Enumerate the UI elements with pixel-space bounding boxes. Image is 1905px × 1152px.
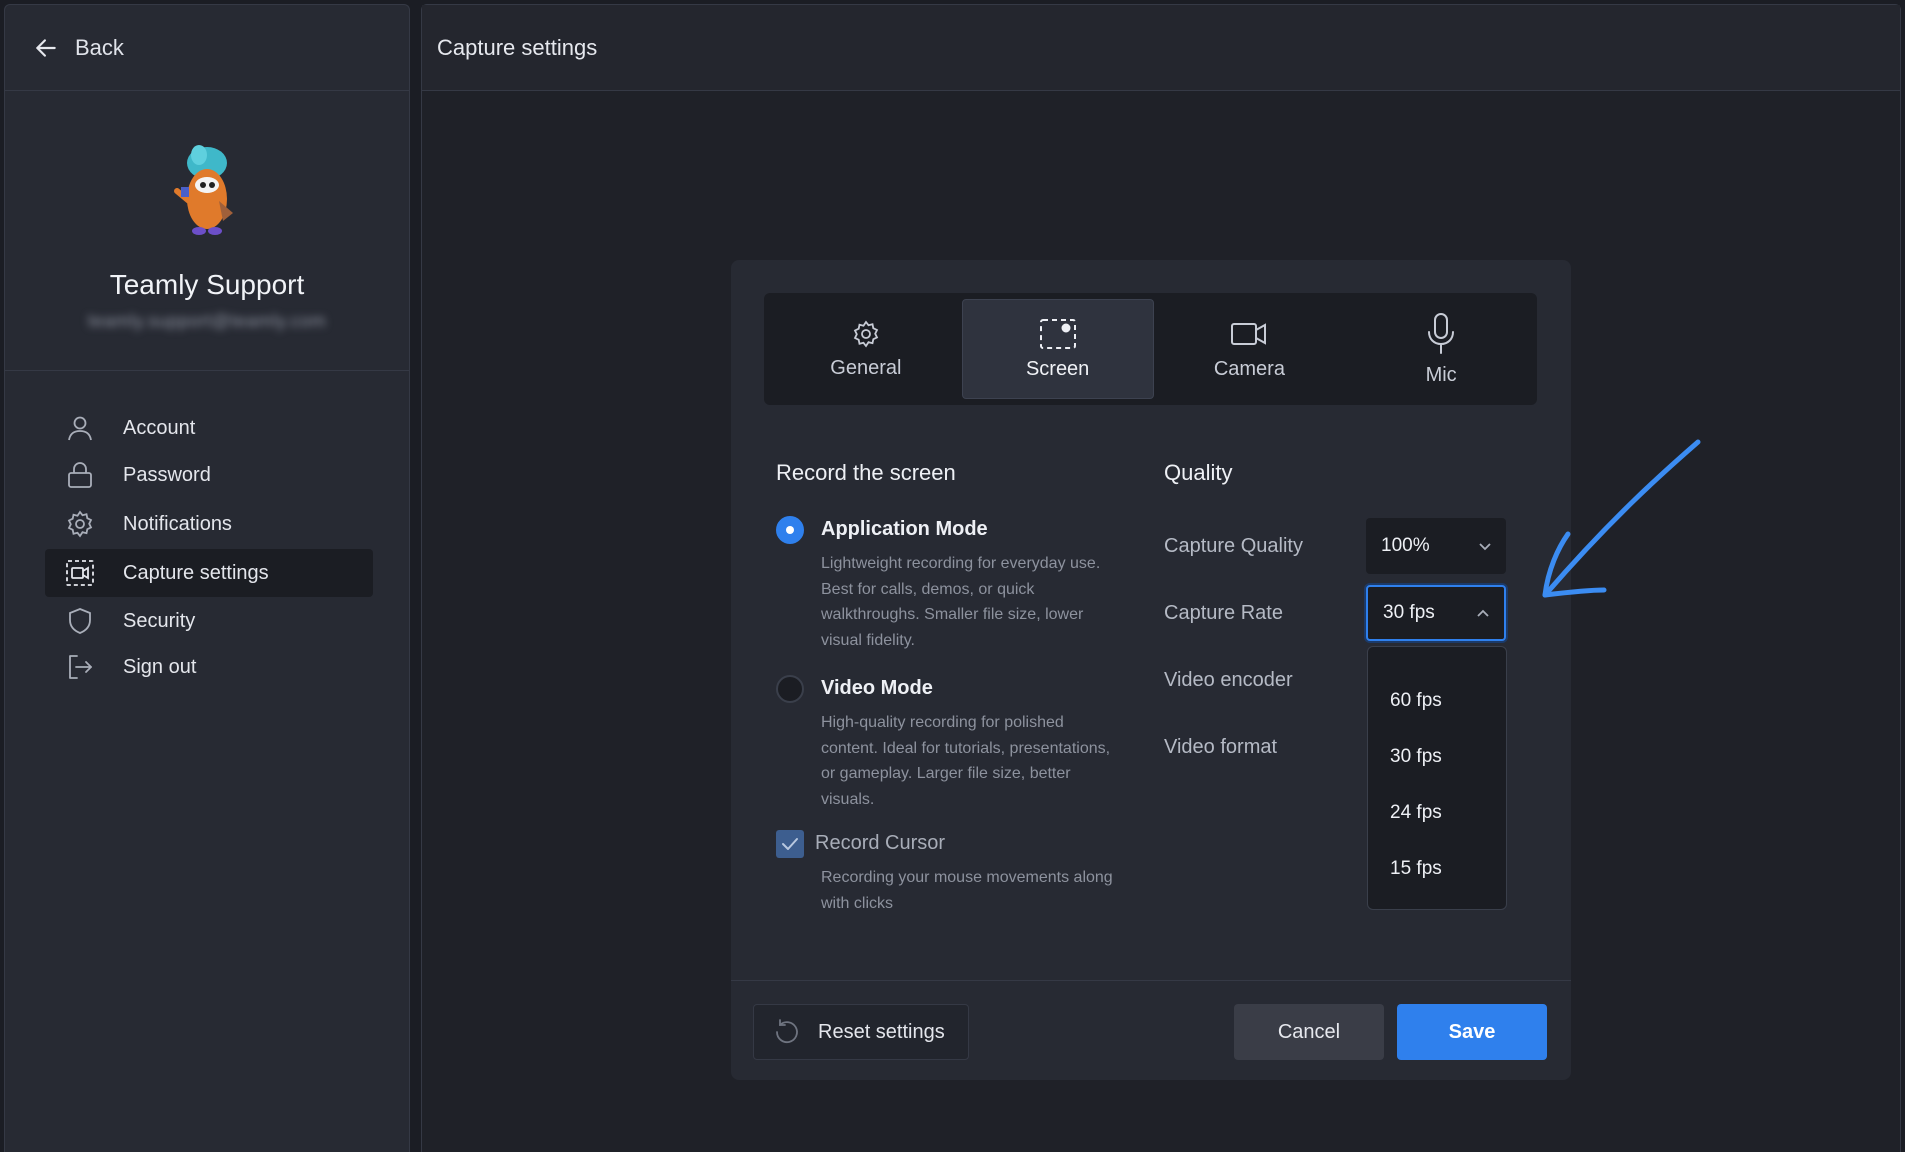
video-mode-option[interactable]: Video Mode High-quality recording for po…: [776, 675, 1116, 812]
back-button[interactable]: Back: [5, 5, 409, 91]
reset-settings-button[interactable]: Reset settings: [753, 1004, 969, 1060]
application-mode-radio[interactable]: [776, 516, 804, 544]
record-section: Record the screen Application Mode Light…: [776, 460, 1116, 916]
cancel-button[interactable]: Cancel: [1234, 1004, 1384, 1060]
capture-rate-select[interactable]: 30 fps: [1366, 585, 1506, 641]
capture-quality-select[interactable]: 100%: [1366, 518, 1506, 574]
application-mode-option[interactable]: Application Mode Lightweight recording f…: [776, 516, 1116, 653]
checkmark-icon: [782, 838, 798, 850]
reset-settings-label: Reset settings: [818, 1020, 945, 1043]
sidebar-item-account[interactable]: Account: [45, 405, 373, 451]
video-mode-title: Video Mode: [821, 677, 933, 699]
video-mode-desc: High-quality recording for polished cont…: [821, 714, 1111, 808]
user-icon: [68, 416, 92, 441]
sidebar-item-label: Notifications: [123, 512, 232, 535]
tab-label: General: [830, 356, 902, 379]
sidebar: Back Teamly Support teamly.support@teaml…: [4, 4, 410, 1152]
video-format-label: Video format: [1164, 735, 1278, 758]
settings-tabs: General Screen Camera Mic: [764, 293, 1537, 405]
capture-quality-value: 100%: [1381, 535, 1430, 556]
tab-mic[interactable]: Mic: [1345, 299, 1537, 399]
chevron-up-icon: [1477, 609, 1489, 617]
sidebar-nav: Account Password Notifications Capture s…: [5, 371, 409, 689]
capture-rate-label: Capture Rate: [1164, 601, 1283, 624]
tab-screen[interactable]: Screen: [961, 299, 1154, 399]
quality-section-title: Quality: [1164, 460, 1233, 485]
sidebar-item-sign-out[interactable]: Sign out: [45, 645, 373, 689]
screen-select-icon: [1039, 318, 1076, 349]
camera-icon: [1231, 322, 1267, 345]
profile-email: teamly.support@teamly.com: [87, 311, 327, 331]
sidebar-item-security[interactable]: Security: [45, 597, 373, 645]
profile-name: Teamly Support: [109, 269, 305, 300]
arrow-left-icon: [36, 38, 56, 57]
tab-label: Screen: [1025, 357, 1090, 380]
annotation-arrow-icon: [1542, 439, 1701, 598]
back-label: Back: [75, 34, 124, 60]
avatar: [174, 145, 233, 235]
shield-icon: [69, 608, 91, 634]
microphone-icon: [1428, 312, 1455, 354]
tab-label: Camera: [1213, 357, 1285, 380]
sidebar-item-label: Password: [123, 463, 211, 486]
dropdown-option[interactable]: 60 fps: [1368, 673, 1506, 729]
sidebar-item-label: Capture settings: [123, 561, 269, 584]
capture-quality-row: Capture Quality 100%: [1164, 518, 1544, 574]
sidebar-item-notifications[interactable]: Notifications: [45, 499, 373, 549]
sidebar-item-password[interactable]: Password: [45, 451, 373, 499]
sidebar-item-label: Sign out: [123, 655, 197, 678]
application-mode-title: Application Mode: [821, 518, 988, 540]
dropdown-option[interactable]: 15 fps: [1368, 841, 1506, 897]
gear-icon: [67, 510, 93, 538]
sidebar-item-label: Security: [123, 609, 196, 632]
sidebar-item-label: Account: [123, 416, 196, 439]
record-section-title: Record the screen: [776, 460, 956, 485]
tab-camera[interactable]: Camera: [1154, 299, 1346, 399]
dialog-footer: Reset settings Cancel Save: [731, 980, 1571, 1080]
capture-quality-label: Capture Quality: [1164, 534, 1303, 557]
tab-label: Mic: [1425, 363, 1457, 386]
reset-icon: [776, 1019, 798, 1044]
lock-icon: [68, 462, 92, 488]
save-button[interactable]: Save: [1397, 1004, 1547, 1060]
record-cursor-option[interactable]: Record Cursor Recording your mouse movem…: [776, 830, 1116, 916]
profile-card: Teamly Support teamly.support@teamly.com: [5, 91, 409, 371]
video-encoder-label: Video encoder: [1164, 668, 1293, 691]
video-mode-radio[interactable]: [776, 675, 804, 703]
capture-icon: [66, 560, 94, 586]
record-cursor-checkbox[interactable]: [776, 830, 804, 858]
dropdown-option[interactable]: 24 fps: [1368, 785, 1506, 841]
capture-rate-dropdown: 60 fps 30 fps 24 fps 15 fps: [1367, 646, 1507, 910]
capture-rate-value: 30 fps: [1383, 602, 1435, 623]
sign-out-icon: [69, 655, 92, 679]
gear-icon: [853, 319, 879, 348]
chevron-down-icon: [1479, 543, 1491, 551]
record-cursor-desc: Recording your mouse movements along wit…: [821, 869, 1113, 912]
page-title: Capture settings: [422, 5, 1900, 91]
capture-rate-row: Capture Rate 30 fps: [1164, 585, 1544, 641]
record-cursor-title: Record Cursor: [815, 832, 946, 854]
tab-general[interactable]: General: [770, 299, 962, 399]
sidebar-item-capture-settings[interactable]: Capture settings: [45, 549, 373, 597]
application-mode-desc: Lightweight recording for everyday use. …: [821, 555, 1101, 649]
dropdown-option[interactable]: 30 fps: [1368, 729, 1506, 785]
